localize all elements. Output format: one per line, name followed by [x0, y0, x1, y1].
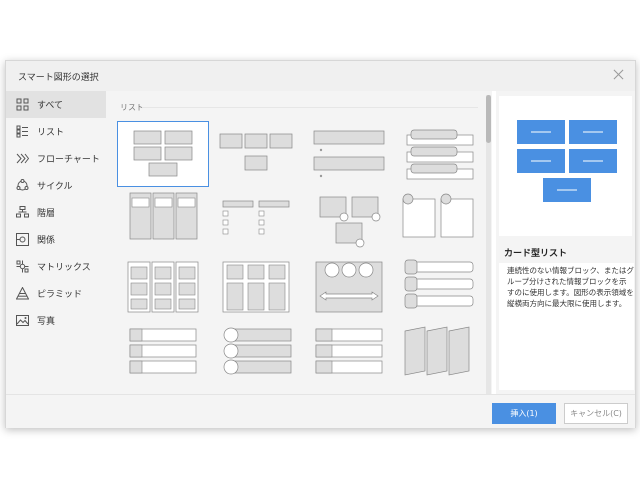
pyramid-icon: [16, 287, 29, 300]
shape-tile-card-list[interactable]: [117, 121, 209, 187]
sidebar-item-label: すべて: [37, 101, 64, 111]
dialog-footer: 挿入(1) キャンセル(C): [6, 394, 635, 428]
gallery-scrollbar[interactable]: [486, 95, 491, 394]
shape-tile-list-3[interactable]: [304, 122, 394, 186]
preview-title: カード型リスト: [504, 249, 568, 259]
shape-tile-list-6[interactable]: [211, 189, 301, 253]
group-label: リスト: [120, 103, 144, 112]
preview-description: 連続性のない情報ブロック、またはグループ分けされた情報ブロックを示すのに使用しま…: [499, 263, 634, 390]
close-icon[interactable]: [611, 67, 627, 83]
list-icon: [16, 125, 28, 138]
sidebar-item-hierarchy[interactable]: 階層: [6, 199, 106, 226]
shape-gallery: リスト: [106, 91, 492, 394]
smart-shape-dialog: スマート図形の選択 すべて リスト フローチャート サイクル 階層 関係 マトリ…: [5, 60, 636, 428]
shape-tile-list-15[interactable]: [304, 323, 394, 387]
photo-icon: [16, 315, 29, 326]
group-divider: [142, 107, 478, 108]
cancel-button[interactable]: キャンセル(C): [564, 403, 628, 424]
relation-icon: [16, 233, 29, 246]
sidebar-item-list[interactable]: リスト: [6, 118, 106, 145]
category-sidebar: すべて リスト フローチャート サイクル 階層 関係 マトリックス ピラミッド: [6, 91, 106, 394]
shape-tile-list-12[interactable]: [397, 256, 487, 320]
shape-tile-list-11[interactable]: [304, 256, 394, 320]
chevrons-icon: [16, 153, 29, 164]
shape-tile-list-8[interactable]: [397, 189, 487, 253]
sidebar-item-pyramid[interactable]: ピラミッド: [6, 280, 106, 307]
shape-tile-list-4[interactable]: [397, 122, 487, 186]
sidebar-item-relation[interactable]: 関係: [6, 226, 106, 253]
dialog-title: スマート図形の選択: [18, 73, 99, 83]
sidebar-item-all[interactable]: すべて: [6, 91, 106, 118]
sidebar-item-label: フローチャート: [37, 155, 100, 165]
preview-panel: カード型リスト 連続性のない情報ブロック、またはグループ分けされた情報ブロックを…: [496, 91, 635, 394]
sidebar-item-label: 階層: [37, 209, 56, 219]
shape-tile-list-13[interactable]: [118, 323, 208, 387]
preview-image: [499, 96, 632, 236]
insert-button[interactable]: 挿入(1): [492, 403, 556, 424]
shape-tile-list-16[interactable]: [397, 323, 487, 387]
sidebar-item-label: ピラミッド: [37, 290, 83, 300]
shape-tile-list-2[interactable]: [211, 122, 301, 186]
cycle-icon: [16, 179, 29, 191]
sidebar-item-label: サイクル: [37, 182, 73, 192]
matrix-icon: [16, 260, 29, 273]
grid-icon: [16, 98, 29, 111]
title-bar: スマート図形の選択: [6, 61, 635, 91]
sidebar-item-label: リスト: [37, 128, 65, 138]
shape-tile-list-14[interactable]: [211, 323, 301, 387]
sidebar-item-cycle[interactable]: サイクル: [6, 172, 106, 199]
sidebar-item-photo[interactable]: 写真: [6, 307, 106, 334]
shape-tile-list-9[interactable]: [118, 256, 208, 320]
sidebar-item-label: 関係: [37, 236, 56, 246]
sidebar-item-label: 写真: [37, 317, 56, 327]
scrollbar-thumb[interactable]: [486, 95, 491, 143]
shape-tile-list-7[interactable]: [304, 189, 394, 253]
sidebar-item-matrix[interactable]: マトリックス: [6, 253, 106, 280]
shape-tile-list-5[interactable]: [118, 189, 208, 253]
sidebar-item-label: マトリックス: [37, 263, 91, 273]
hierarchy-icon: [16, 206, 29, 218]
sidebar-item-flowchart[interactable]: フローチャート: [6, 145, 106, 172]
shape-tile-list-10[interactable]: [211, 256, 301, 320]
